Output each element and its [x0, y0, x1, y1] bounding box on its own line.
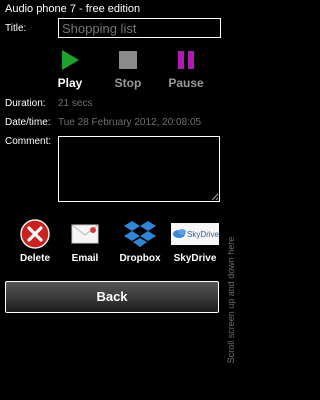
duration-label: Duration:	[5, 98, 46, 109]
duration-value: 21 secs	[58, 98, 93, 109]
delete-label: Delete	[19, 253, 50, 264]
stop-label: Stop	[114, 76, 142, 90]
email-button[interactable]: Email	[60, 218, 110, 264]
dropbox-icon	[124, 221, 156, 247]
delete-button[interactable]: Delete	[10, 218, 60, 264]
comment-label: Comment:	[5, 136, 52, 147]
pause-button[interactable]: Pause	[164, 48, 208, 90]
skydrive-button[interactable]: SkyDrive SkyDrive	[170, 218, 220, 264]
play-icon	[62, 50, 79, 70]
back-button[interactable]: Back	[5, 281, 219, 313]
delete-icon	[20, 219, 50, 249]
scroll-hint-text: Scroll screen up and down here	[226, 236, 236, 364]
play-label: Play	[57, 76, 83, 90]
pause-icon	[178, 51, 194, 69]
dropbox-button[interactable]: Dropbox	[115, 218, 165, 264]
play-button[interactable]: Play	[48, 48, 92, 90]
pause-label: Pause	[168, 76, 204, 90]
datetime-label: Date/time:	[5, 117, 51, 128]
dropbox-label: Dropbox	[119, 253, 161, 264]
email-icon	[71, 224, 99, 244]
stop-button[interactable]: Stop	[106, 48, 150, 90]
email-label: Email	[71, 253, 99, 264]
title-label: Title:	[5, 23, 27, 34]
comment-input[interactable]	[58, 136, 220, 202]
skydrive-logo-text: SkyDrive	[187, 230, 219, 239]
title-input[interactable]	[58, 18, 221, 38]
scroll-hint-strip[interactable]: Scroll screen up and down here	[222, 215, 240, 385]
stop-icon	[119, 51, 137, 69]
skydrive-label: SkyDrive	[173, 253, 217, 264]
datetime-value: Tue 28 February 2012, 20:08:05	[58, 117, 202, 128]
app-title: Audio phone 7 - free edition	[5, 3, 141, 15]
skydrive-icon: SkyDrive	[171, 223, 219, 245]
